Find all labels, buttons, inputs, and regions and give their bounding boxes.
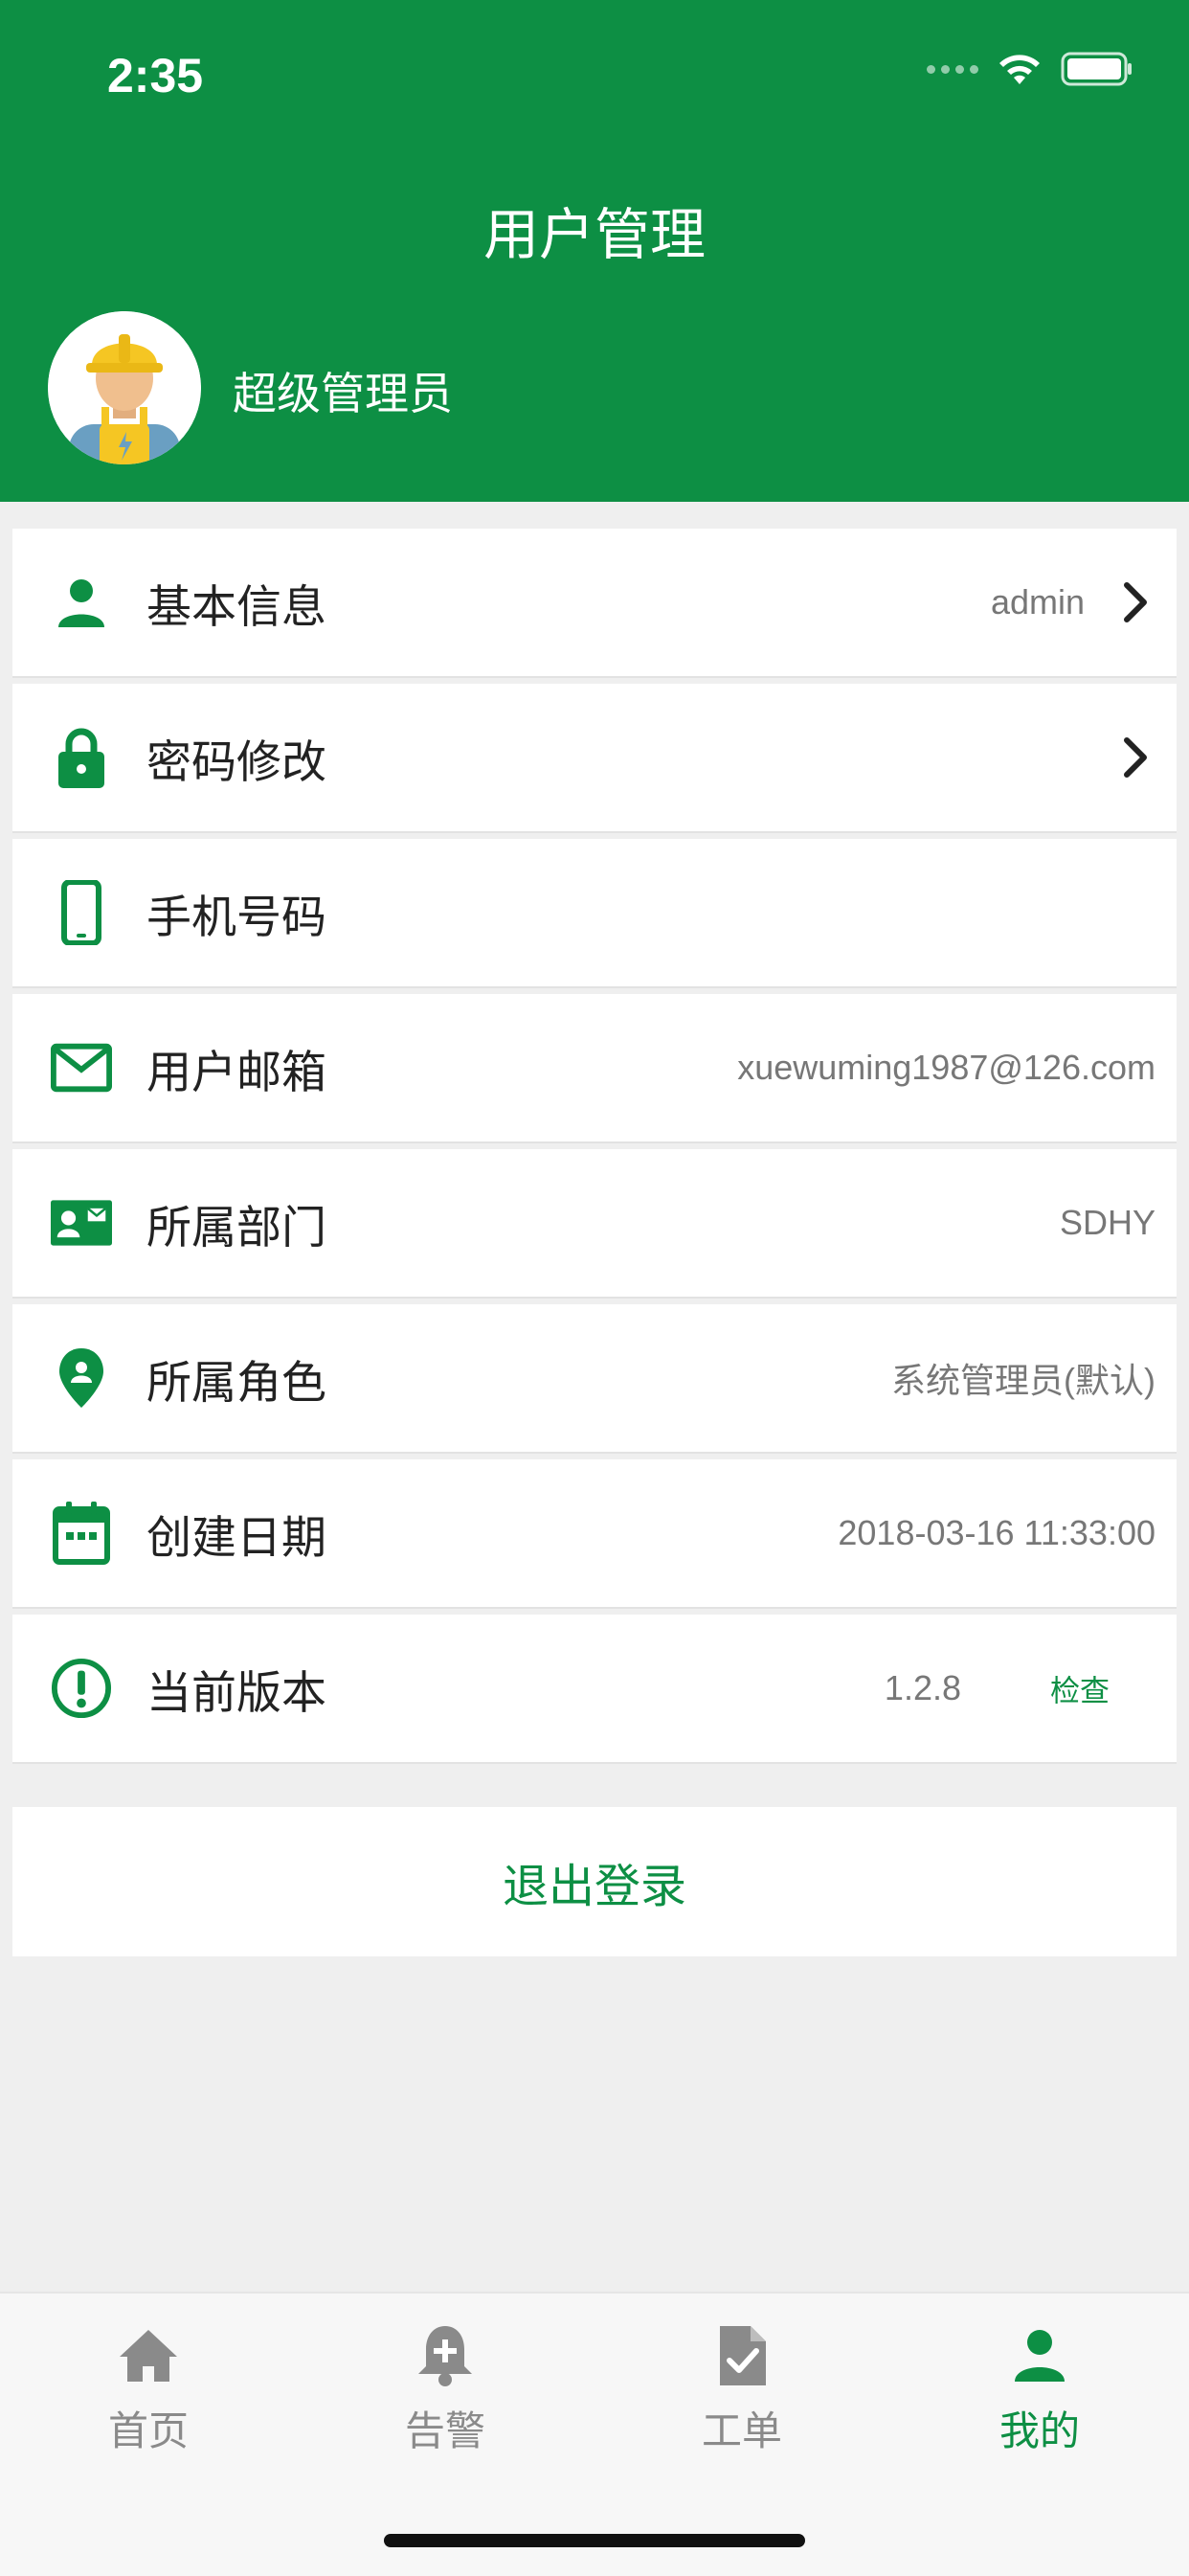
tab-label: 告警 bbox=[404, 2407, 485, 2454]
tab-work-order[interactable]: 工单 bbox=[646, 2322, 838, 2457]
row-value: 系统管理员(默认) bbox=[891, 1361, 1155, 1400]
row-label: 当前版本 bbox=[146, 1666, 326, 1720]
tab-alarm[interactable]: 告警 bbox=[349, 2322, 541, 2457]
calendar-icon bbox=[51, 1502, 112, 1565]
person-icon bbox=[1006, 2322, 1073, 2389]
logout-button[interactable]: 退出登录 bbox=[12, 1807, 1177, 1956]
row-password-change[interactable]: 密码修改 bbox=[12, 684, 1177, 831]
row-created-date[interactable]: 创建日期 2018-03-16 11:33:00 bbox=[12, 1459, 1177, 1607]
person-icon bbox=[51, 572, 112, 633]
status-time: 2:35 bbox=[107, 49, 204, 102]
alarm-bell-icon bbox=[412, 2322, 479, 2389]
row-label: 基本信息 bbox=[146, 580, 326, 634]
wifi-icon bbox=[999, 55, 1040, 84]
status-icons bbox=[927, 52, 1133, 86]
row-label: 创建日期 bbox=[146, 1511, 326, 1565]
row-basic-info[interactable]: 基本信息 admin bbox=[12, 529, 1177, 676]
row-label: 所属角色 bbox=[146, 1356, 326, 1410]
row-label: 所属部门 bbox=[146, 1201, 326, 1254]
check-update-link[interactable]: 检查 bbox=[1050, 1667, 1110, 1710]
chevron-right-icon bbox=[1124, 737, 1147, 778]
battery-icon bbox=[1061, 52, 1132, 86]
phone-icon bbox=[51, 880, 112, 945]
home-icon bbox=[115, 2322, 182, 2389]
header-bar: 2:35 用户管理 超级管理员 bbox=[0, 0, 1189, 502]
avatar[interactable] bbox=[48, 311, 201, 464]
home-indicator[interactable] bbox=[384, 2534, 805, 2547]
chevron-right-icon bbox=[1124, 582, 1147, 622]
location-pin-icon bbox=[51, 1347, 112, 1409]
row-user-email[interactable]: 用户邮箱 xuewuming1987@126.com bbox=[12, 994, 1177, 1141]
row-value: admin bbox=[990, 582, 1085, 621]
tab-home[interactable]: 首页 bbox=[53, 2322, 244, 2457]
signal-icon bbox=[927, 64, 978, 74]
row-value: xuewuming1987@126.com bbox=[737, 1048, 1155, 1087]
row-value: 2018-03-16 11:33:00 bbox=[838, 1513, 1155, 1552]
row-value: SDHY bbox=[1059, 1203, 1155, 1242]
tab-mine[interactable]: 我的 bbox=[944, 2322, 1135, 2457]
row-role[interactable]: 所属角色 系统管理员(默认) bbox=[12, 1304, 1177, 1452]
row-phone-number[interactable]: 手机号码 bbox=[12, 839, 1177, 986]
row-label: 手机号码 bbox=[146, 891, 326, 944]
row-department[interactable]: 所属部门 SDHY bbox=[12, 1149, 1177, 1297]
tab-label: 工单 bbox=[701, 2407, 782, 2454]
row-current-version[interactable]: 当前版本 1.2.8 检查 bbox=[12, 1615, 1177, 1762]
settings-list: 基本信息 admin 密码修改 手机号码 用户邮箱 xuewuming1987@… bbox=[12, 529, 1177, 1770]
document-check-icon bbox=[708, 2322, 775, 2389]
info-icon bbox=[51, 1658, 112, 1719]
page-title: 用户管理 bbox=[482, 202, 706, 267]
mail-icon bbox=[51, 1037, 112, 1098]
lock-icon bbox=[51, 727, 112, 788]
row-label: 用户邮箱 bbox=[146, 1046, 326, 1099]
worker-avatar-icon bbox=[48, 311, 201, 464]
row-value: 1.2.8 bbox=[884, 1668, 961, 1707]
tab-label: 首页 bbox=[107, 2407, 189, 2454]
tab-label: 我的 bbox=[998, 2407, 1080, 2454]
row-label: 密码修改 bbox=[146, 735, 326, 789]
username: 超级管理员 bbox=[233, 368, 453, 419]
id-card-icon bbox=[51, 1192, 112, 1254]
